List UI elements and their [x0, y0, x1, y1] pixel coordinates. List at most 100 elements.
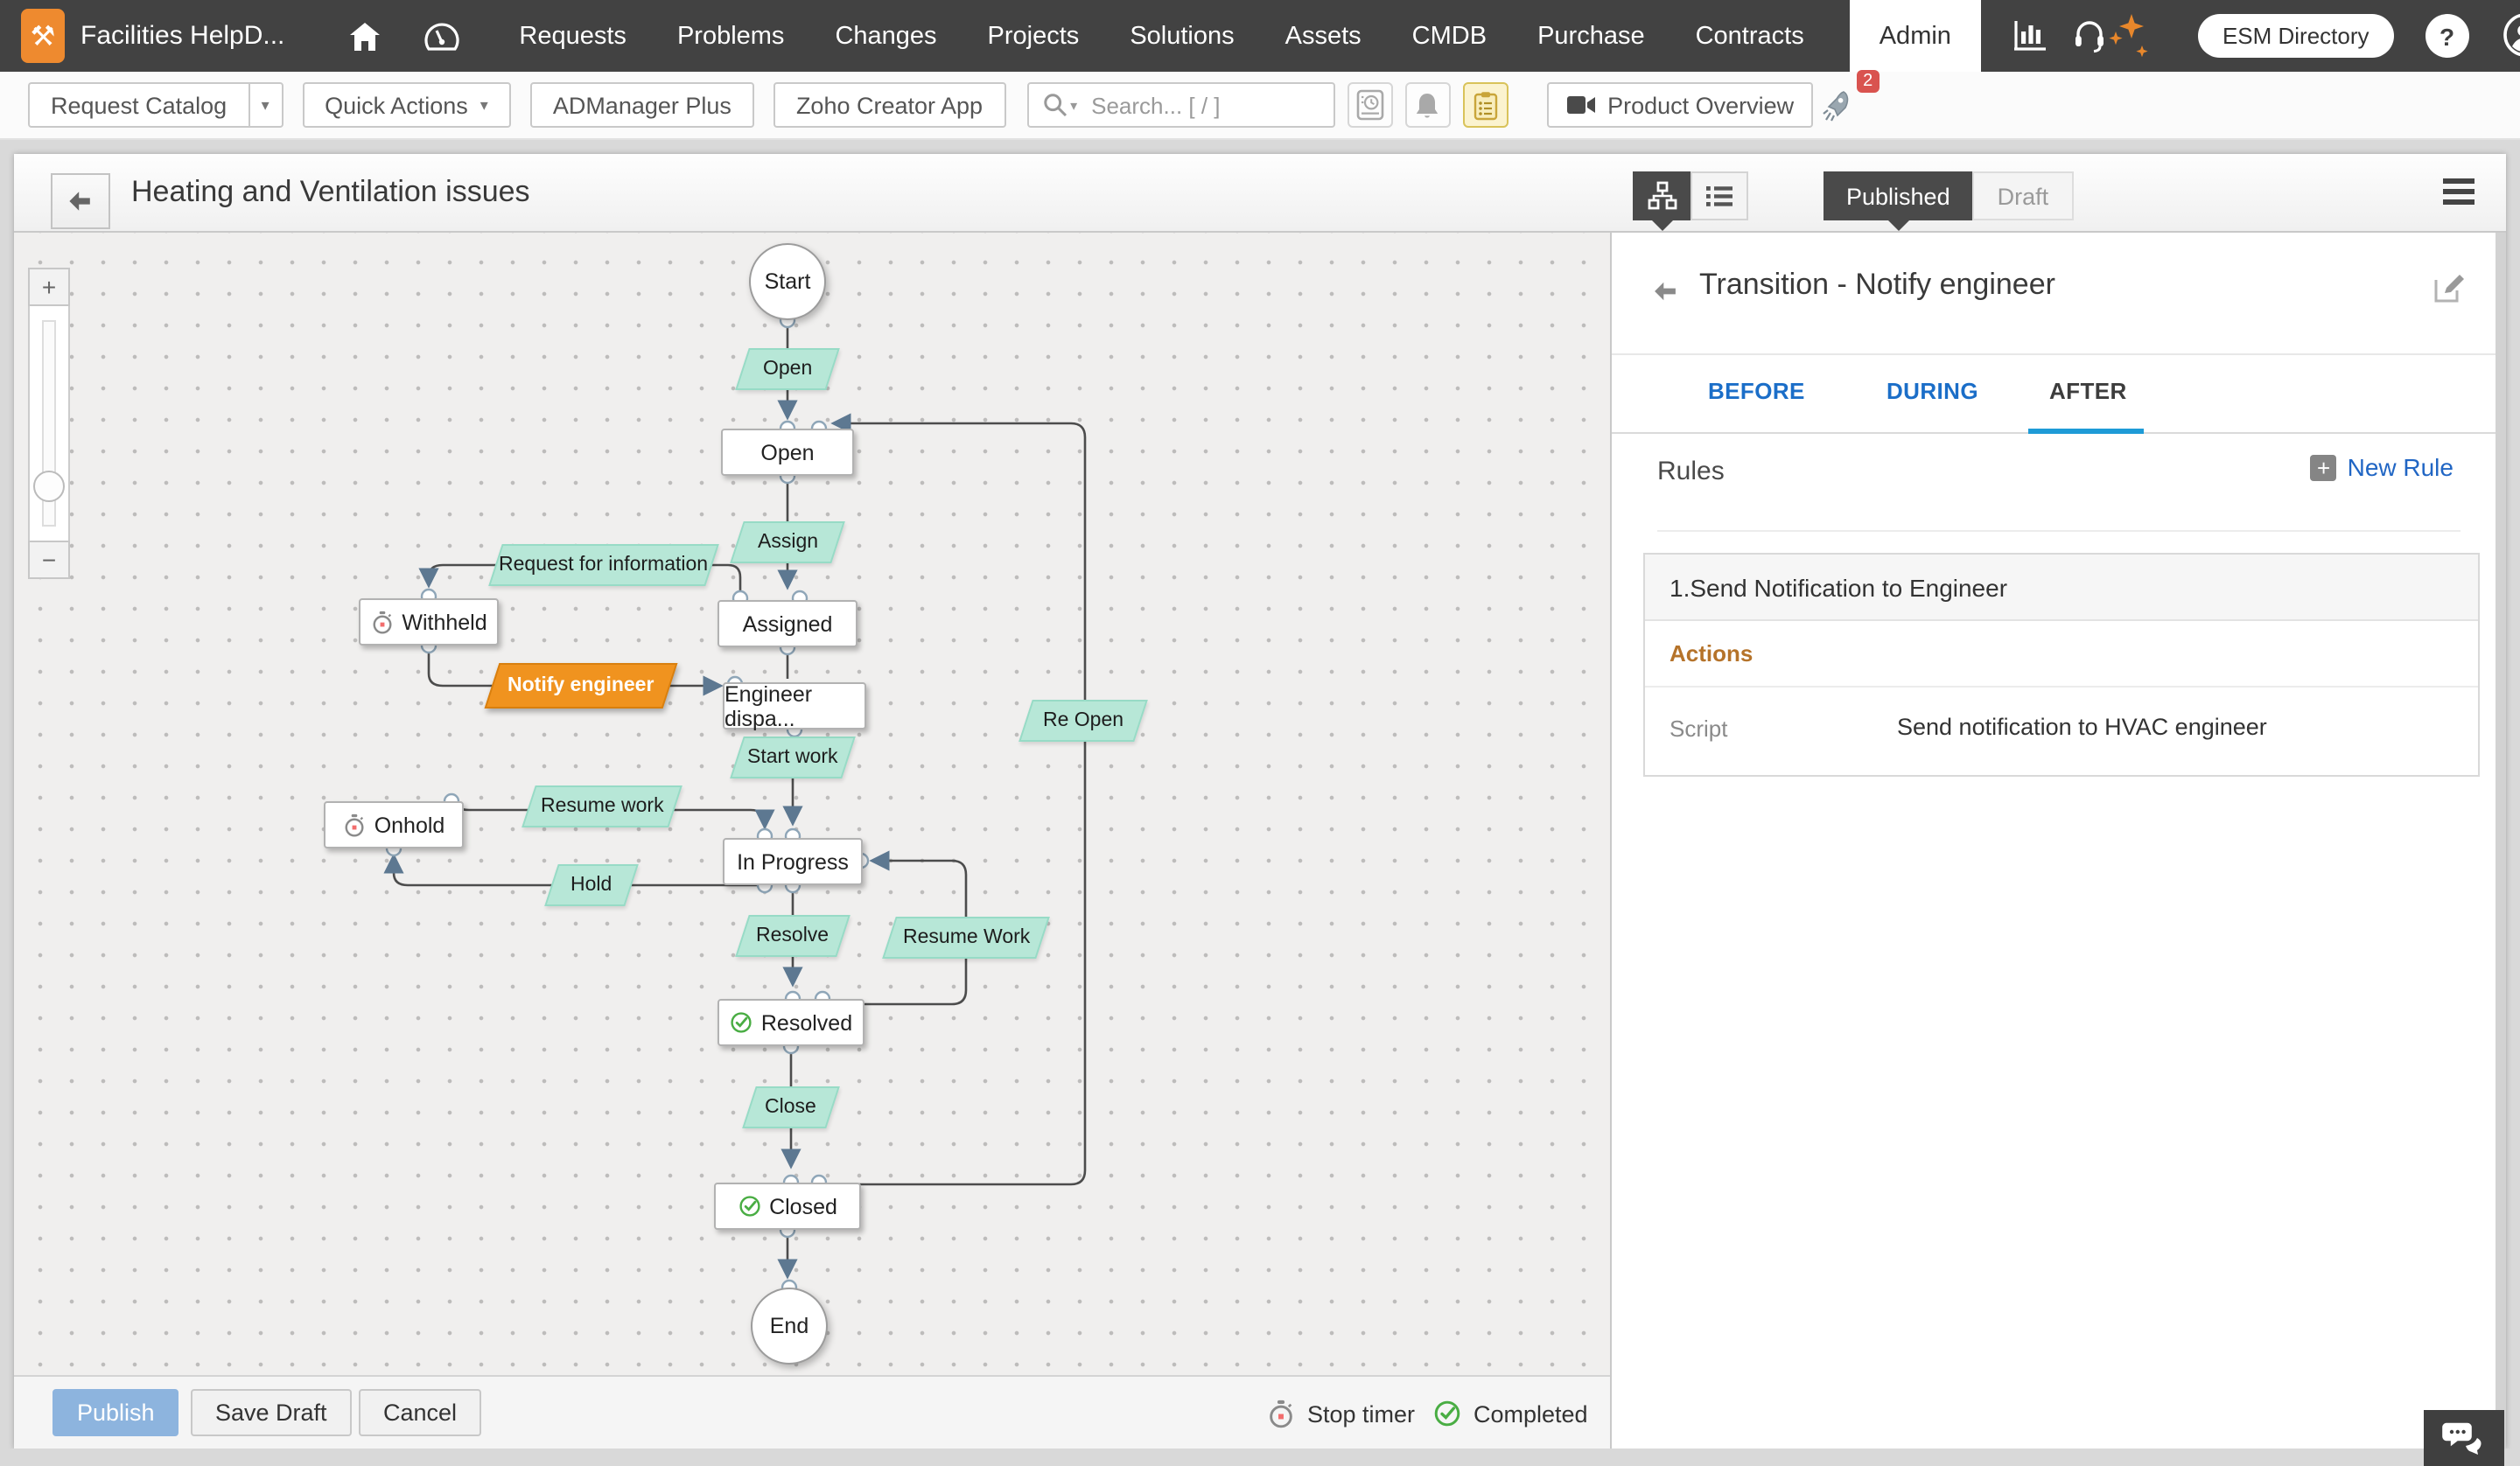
edit-icon[interactable]: [2431, 271, 2466, 306]
menu-hamburger-icon[interactable]: [2443, 178, 2474, 210]
transition-re-open[interactable]: Re Open: [1018, 700, 1148, 742]
state-label: Onhold: [374, 813, 445, 837]
app-logo-icon[interactable]: ⚒: [21, 9, 65, 63]
stop-timer-icon: [1267, 1399, 1295, 1428]
panel-title: Transition - Notify engineer: [1699, 268, 2055, 303]
save-draft-button[interactable]: Save Draft: [191, 1389, 352, 1436]
transition-request-for-information[interactable]: Request for information: [488, 544, 719, 586]
rocket-icon[interactable]: [1822, 88, 1852, 122]
nav-item-solutions[interactable]: Solutions: [1130, 22, 1234, 50]
transition-resume-work-2[interactable]: Resume Work: [882, 917, 1050, 959]
bell-icon: [1414, 90, 1440, 120]
panel-scrollbar[interactable]: [2496, 233, 2506, 1449]
history-clock-icon: [1355, 89, 1383, 121]
nav-item-cmdb[interactable]: CMDB: [1412, 22, 1487, 50]
reports-chart-icon[interactable]: [2012, 19, 2048, 52]
headset-support-icon[interactable]: [2072, 17, 2107, 54]
timer-icon: [343, 813, 366, 837]
user-avatar[interactable]: [2501, 10, 2520, 61]
nav-item-contracts[interactable]: Contracts: [1696, 22, 1804, 50]
panel-tabs: BEFORE DURING AFTER: [1612, 355, 2506, 434]
nav-item-purchase[interactable]: Purchase: [1537, 22, 1645, 50]
completed-check-icon: [738, 1195, 760, 1218]
notifications-button[interactable]: [1404, 82, 1450, 128]
state-closed[interactable]: Closed: [714, 1183, 861, 1230]
zoom-in-button[interactable]: +: [28, 268, 70, 306]
topbar-right-group: ESM Directory ?: [2107, 10, 2520, 62]
published-tab[interactable]: Published: [1824, 171, 1973, 220]
zoom-slider-knob[interactable]: [33, 471, 65, 502]
state-in-progress[interactable]: In Progress: [723, 838, 863, 885]
draft-tab[interactable]: Draft: [1973, 171, 2074, 220]
state-withheld[interactable]: Withheld: [359, 598, 499, 646]
legend-label: Stop timer: [1307, 1400, 1415, 1427]
product-overview-group: Product Overview 2: [1546, 82, 1852, 128]
nav-item-assets[interactable]: Assets: [1285, 22, 1362, 50]
search-caret-icon[interactable]: ▾: [1070, 97, 1077, 113]
global-search[interactable]: ▾: [1026, 82, 1334, 128]
new-rule-label: New Rule: [2348, 453, 2454, 481]
transition-open[interactable]: Open: [735, 348, 840, 390]
chat-launcher-button[interactable]: [2424, 1410, 2504, 1466]
state-onhold[interactable]: Onhold: [324, 801, 464, 848]
transition-assign[interactable]: Assign: [730, 521, 845, 563]
panel-header: Transition - Notify engineer: [1612, 233, 2506, 355]
transition-detail-panel: Transition - Notify engineer BEFORE DURI…: [1610, 233, 2506, 1449]
rule-script-row: Script Send notification to HVAC enginee…: [1645, 688, 2478, 775]
nav-item-problems[interactable]: Problems: [677, 22, 785, 50]
quick-actions-button[interactable]: Quick Actions ▾: [302, 82, 511, 128]
transition-hold[interactable]: Hold: [544, 864, 639, 906]
rules-divider: [1657, 530, 2460, 532]
state-end[interactable]: End: [751, 1288, 828, 1365]
tab-after-active[interactable]: AFTER: [2049, 378, 2127, 404]
search-input[interactable]: [1088, 90, 1287, 120]
publish-button[interactable]: Publish: [52, 1389, 179, 1436]
state-resolved[interactable]: Resolved: [718, 999, 864, 1046]
back-button[interactable]: [51, 173, 110, 229]
transition-resolve[interactable]: Resolve: [735, 915, 850, 957]
esm-directory-button[interactable]: ESM Directory: [2198, 14, 2394, 58]
recent-items-button[interactable]: [1347, 82, 1392, 128]
tab-before[interactable]: BEFORE: [1708, 378, 1805, 404]
flow-view-button[interactable]: [1633, 171, 1690, 220]
nav-item-changes[interactable]: Changes: [835, 22, 936, 50]
view-toggle: [1633, 171, 1748, 220]
admanager-plus-button[interactable]: ADManager Plus: [530, 82, 754, 128]
zoom-out-button[interactable]: −: [28, 541, 70, 579]
nav-item-requests[interactable]: Requests: [519, 22, 626, 50]
rule-title[interactable]: 1.Send Notification to Engineer: [1645, 555, 2478, 621]
nav-item-projects[interactable]: Projects: [988, 22, 1080, 50]
help-button[interactable]: ?: [2426, 14, 2469, 58]
transition-resume-work[interactable]: Resume work: [522, 785, 682, 827]
new-rule-button[interactable]: + New Rule: [2311, 453, 2454, 481]
state-open[interactable]: Open: [721, 429, 854, 476]
request-catalog-caret[interactable]: ▾: [248, 82, 283, 128]
rules-heading: Rules: [1657, 457, 1725, 486]
portal-name[interactable]: Facilities HelpD...: [80, 21, 284, 51]
task-board-button[interactable]: [1462, 82, 1508, 128]
nav-item-admin-active[interactable]: Admin: [1850, 0, 1981, 72]
rule-card[interactable]: 1.Send Notification to Engineer Actions …: [1643, 553, 2480, 777]
transition-close[interactable]: Close: [742, 1086, 840, 1128]
state-label: Withheld: [402, 610, 486, 634]
transition-start-work[interactable]: Start work: [730, 736, 856, 778]
state-engineer-dispatched[interactable]: Engineer dispa...: [723, 682, 866, 730]
workflow-canvas[interactable]: + − Start End Open Withheld Assigned Eng…: [14, 233, 1610, 1375]
state-assigned[interactable]: Assigned: [718, 600, 858, 647]
tab-during[interactable]: DURING: [1886, 378, 1978, 404]
request-catalog-button[interactable]: Request Catalog: [28, 82, 248, 128]
script-label: Script: [1670, 716, 1727, 742]
transition-notify-engineer-selected[interactable]: Notify engineer: [485, 663, 678, 709]
caret-down-icon: ▾: [480, 95, 488, 115]
dashboard-gauge-icon[interactable]: [423, 18, 459, 53]
zoho-creator-button[interactable]: Zoho Creator App: [774, 82, 1005, 128]
zoom-slider-track[interactable]: [28, 306, 70, 541]
rule-actions-heading: Actions: [1645, 621, 2478, 688]
panel-back-arrow[interactable]: [1650, 276, 1680, 306]
home-icon[interactable]: [347, 20, 381, 52]
main-nav: Requests Problems Changes Projects Solut…: [519, 22, 1803, 50]
product-overview-button[interactable]: Product Overview: [1546, 82, 1813, 128]
cancel-button[interactable]: Cancel: [359, 1389, 481, 1436]
state-start[interactable]: Start: [749, 243, 826, 320]
list-view-button[interactable]: [1690, 171, 1748, 220]
